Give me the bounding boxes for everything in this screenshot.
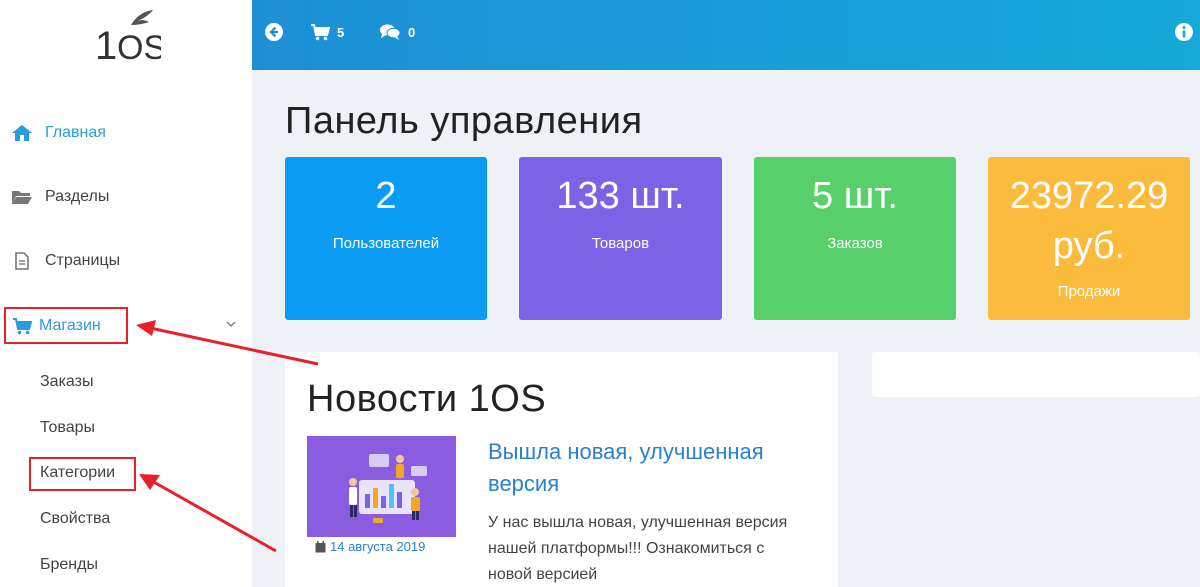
- annotation-arrows: [136, 320, 319, 553]
- arrow-head-shop: [136, 320, 156, 336]
- arrow-to-shop: [149, 326, 319, 366]
- arrow-head-categories: [139, 474, 160, 490]
- arrow-to-categories: [151, 479, 277, 553]
